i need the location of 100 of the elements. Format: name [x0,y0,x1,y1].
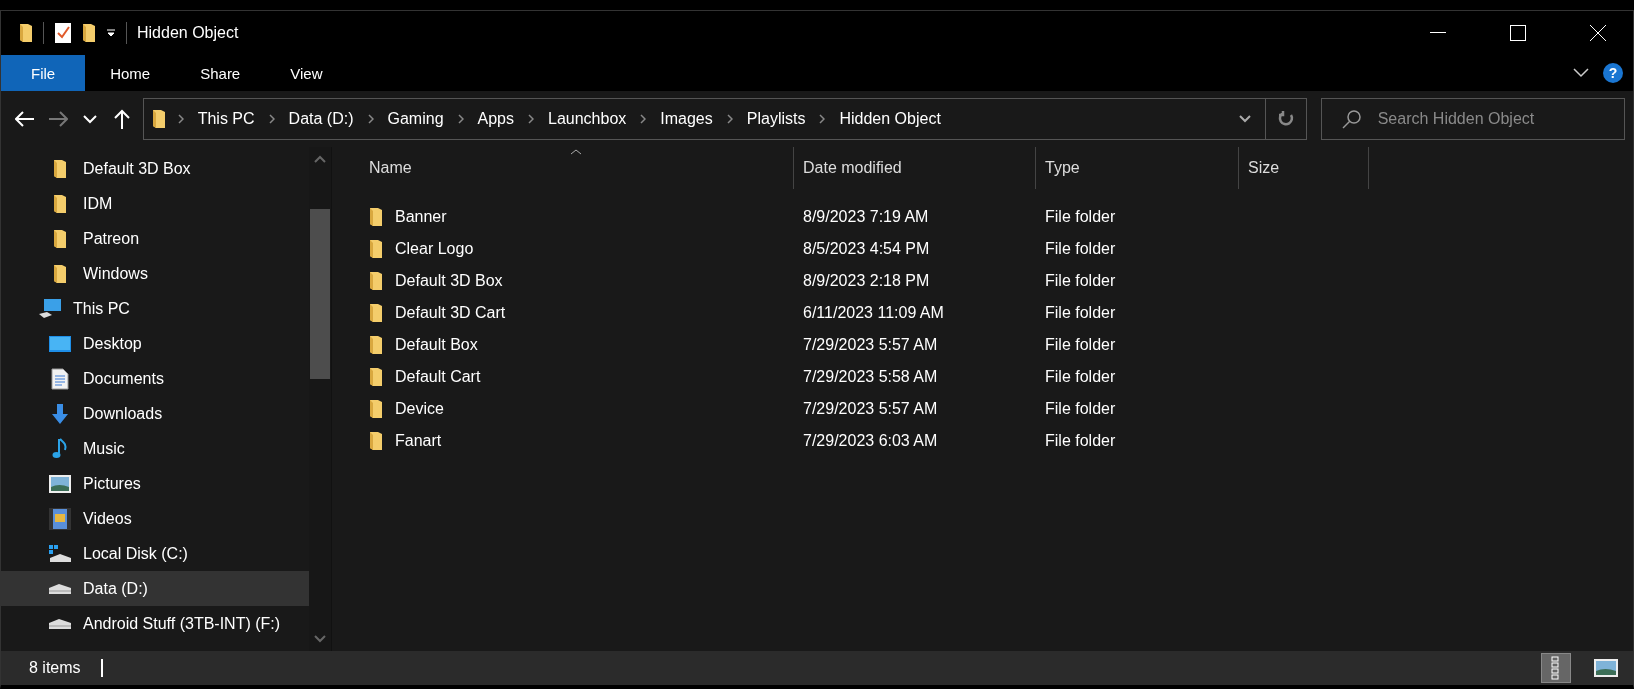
date-modified-cell: 8/5/2023 4:54 PM [803,240,930,257]
folder-icon [369,207,383,227]
file-name[interactable]: Clear Logo [395,240,474,258]
scroll-down-icon[interactable] [314,635,326,643]
folder-icon [53,158,67,179]
breadcrumb[interactable]: This PC [195,110,257,128]
computer-icon [38,297,62,320]
nav-item[interactable]: Music [1,431,309,466]
type-cell: File folder [1045,240,1116,257]
file-name[interactable]: Banner [395,208,447,226]
chevron-down-icon[interactable] [1237,114,1252,124]
chevron-right-icon[interactable] [528,114,534,124]
properties-icon[interactable] [54,22,72,44]
chevron-right-icon[interactable] [640,114,647,124]
chevron-right-icon[interactable] [367,114,374,124]
film-strip-icon [49,507,71,530]
nav-item[interactable]: IDM [1,186,309,221]
breadcrumb[interactable]: Playlists [744,110,808,128]
nav-item[interactable]: Documents [1,361,309,396]
scroll-up-icon[interactable] [314,155,326,163]
item-count: 8 items [29,659,81,677]
nav-item[interactable]: Videos [1,501,309,536]
breadcrumb[interactable]: Data (D:) [286,110,356,128]
date-modified-cell: 6/11/2023 11:09 AM [803,304,944,321]
folder-icon [369,303,383,323]
ribbon-tab[interactable]: File [1,55,86,91]
close-icon[interactable] [1590,25,1606,41]
column-header[interactable]: Date modified [794,147,1036,189]
nav-item[interactable]: Desktop [1,326,309,361]
folder-icon [369,431,383,451]
system-drive-icon [48,543,72,564]
drive-icon [48,581,72,596]
chevron-right-icon[interactable] [726,114,733,124]
minimize-icon[interactable] [1430,32,1446,34]
refresh-icon[interactable] [1276,110,1295,128]
nav-item[interactable]: Downloads [1,396,309,431]
column-header[interactable]: Type [1036,147,1239,189]
ribbon-tab[interactable]: Home [85,55,176,91]
up-arrow-icon[interactable] [114,109,131,129]
nav-item[interactable]: Default 3D Box [1,151,309,186]
nav-item[interactable]: Windows [1,256,309,291]
sort-up-icon [570,149,582,155]
folder-icon [369,367,383,387]
type-cell: File folder [1045,272,1116,289]
folder-icon [151,109,166,129]
file-name[interactable]: Device [395,400,444,418]
download-arrow-icon [51,403,69,424]
ribbon-tab[interactable]: Share [175,55,266,91]
nav-item[interactable]: Local Disk (C:) [1,536,309,571]
breadcrumb[interactable]: Hidden Object [837,110,943,128]
dropdown-icon[interactable] [106,29,116,37]
chevron-right-icon[interactable] [457,114,464,124]
expand-ribbon-icon[interactable] [1573,68,1589,78]
picture-icon [1594,659,1618,677]
forward-arrow-icon[interactable] [47,111,68,127]
ribbon-tab[interactable]: View [265,55,348,91]
type-cell: File folder [1045,432,1116,449]
folder-icon [369,271,383,291]
details-view-button[interactable] [1541,653,1571,683]
breadcrumb[interactable]: Launchbox [546,110,629,128]
window-title: Hidden Object [137,24,239,42]
date-modified-cell: 7/29/2023 6:03 AM [803,432,938,449]
nav-item[interactable]: Patreon [1,221,309,256]
search-box[interactable]: Search Hidden Object [1320,98,1625,140]
breadcrumb[interactable]: Images [658,110,715,128]
file-name[interactable]: Default 3D Box [395,272,503,290]
chevron-right-icon[interactable] [819,114,826,124]
file-name[interactable]: Default Box [395,336,478,354]
breadcrumb[interactable]: Gaming [385,110,446,128]
breadcrumb[interactable]: Apps [475,110,516,128]
column-header[interactable]: Name [360,147,794,189]
nav-item[interactable]: Pictures [1,466,309,501]
file-name[interactable]: Default Cart [395,368,481,386]
folder-icon [53,193,67,214]
nav-item[interactable]: This PC [1,291,309,326]
column-header[interactable]: Size [1239,147,1369,189]
folder-icon [369,399,383,419]
file-name[interactable]: Default 3D Cart [395,304,506,322]
folder-icon [369,335,383,355]
help-button[interactable]: ? [1603,63,1623,83]
search-icon [1341,109,1362,129]
list-icon [1551,656,1561,680]
folder-icon [53,228,67,249]
date-modified-cell: 7/29/2023 5:57 AM [803,336,938,353]
nav-item[interactable]: Data (D:) [1,571,309,606]
date-modified-cell: 8/9/2023 2:18 PM [803,272,930,289]
search-field[interactable]: Search Hidden Object [1375,109,1620,129]
nav-item[interactable]: Android Stuff (3TB-INT) (F:) [1,606,309,641]
address-bar[interactable]: This PC Data (D:) Gaming Apps Launchbox Images Playlists Hidden Object [142,98,1307,140]
back-arrow-icon[interactable] [15,111,36,127]
type-cell: File folder [1045,304,1116,321]
folder-icon [369,239,383,259]
type-cell: File folder [1045,208,1116,225]
file-name[interactable]: Fanart [395,432,442,450]
chevron-right-icon[interactable] [268,114,275,124]
chevron-right-icon[interactable] [177,114,184,124]
new-folder-icon [82,23,96,43]
maximize-icon[interactable] [1510,25,1526,41]
date-modified-cell: 7/29/2023 5:58 AM [803,368,938,385]
music-note-icon [52,437,68,460]
